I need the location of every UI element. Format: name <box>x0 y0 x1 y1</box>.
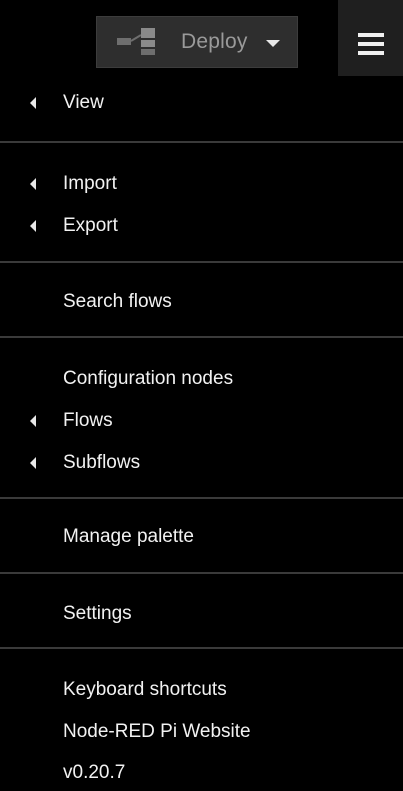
menu-item-label: Export <box>63 215 118 236</box>
menu-item-label: Keyboard shortcuts <box>63 679 227 700</box>
version-row: v0.20.7 <box>0 753 403 791</box>
menu-divider <box>0 497 403 499</box>
menu-divider <box>0 572 403 574</box>
menu-item-website[interactable]: Node-RED Pi Website <box>0 712 403 752</box>
main-menu-button[interactable] <box>338 0 403 88</box>
submenu-caret-icon <box>30 415 36 427</box>
menu-item-label: Import <box>63 173 117 194</box>
menu-item-manage-palette[interactable]: Manage palette <box>0 517 403 557</box>
menu-item-flows[interactable]: Flows <box>0 401 403 441</box>
menu-item-import[interactable]: Import <box>0 164 403 204</box>
deploy-button[interactable]: Deploy <box>96 16 298 68</box>
menu-item-label: Manage palette <box>63 526 194 547</box>
menu-item-settings[interactable]: Settings <box>0 594 403 634</box>
menu-divider <box>0 336 403 338</box>
menu-item-configuration-nodes[interactable]: Configuration nodes <box>0 359 403 399</box>
menu-item-label: Subflows <box>63 452 141 473</box>
menu-item-search-flows[interactable]: Search flows <box>0 282 403 322</box>
version-label: v0.20.7 <box>63 762 126 783</box>
menu-item-view[interactable]: View <box>0 83 403 123</box>
menu-item-label: Settings <box>63 603 132 624</box>
menu-item-export[interactable]: Export <box>0 206 403 246</box>
submenu-caret-icon <box>30 97 36 109</box>
menu-divider <box>0 647 403 649</box>
deploy-label: Deploy <box>181 30 248 53</box>
menu-item-label: Flows <box>63 410 113 431</box>
menu-item-subflows[interactable]: Subflows <box>0 443 403 483</box>
menu-divider <box>0 261 403 263</box>
menu-divider <box>0 141 403 143</box>
header-toolbar: Deploy <box>0 0 403 88</box>
menu-item-label: Configuration nodes <box>63 368 234 389</box>
deploy-flow-icon <box>115 27 165 57</box>
chevron-down-icon[interactable] <box>265 39 280 47</box>
main-menu-dropdown: View Import Export Search flows Configur… <box>0 76 403 791</box>
menu-item-label: View <box>63 92 104 113</box>
submenu-caret-icon <box>30 178 36 190</box>
submenu-caret-icon <box>30 457 36 469</box>
menu-item-label: Search flows <box>63 291 172 312</box>
menu-item-label: Node-RED Pi Website <box>63 721 251 742</box>
hamburger-icon <box>357 33 384 55</box>
submenu-caret-icon <box>30 220 36 232</box>
menu-item-keyboard-shortcuts[interactable]: Keyboard shortcuts <box>0 670 403 710</box>
